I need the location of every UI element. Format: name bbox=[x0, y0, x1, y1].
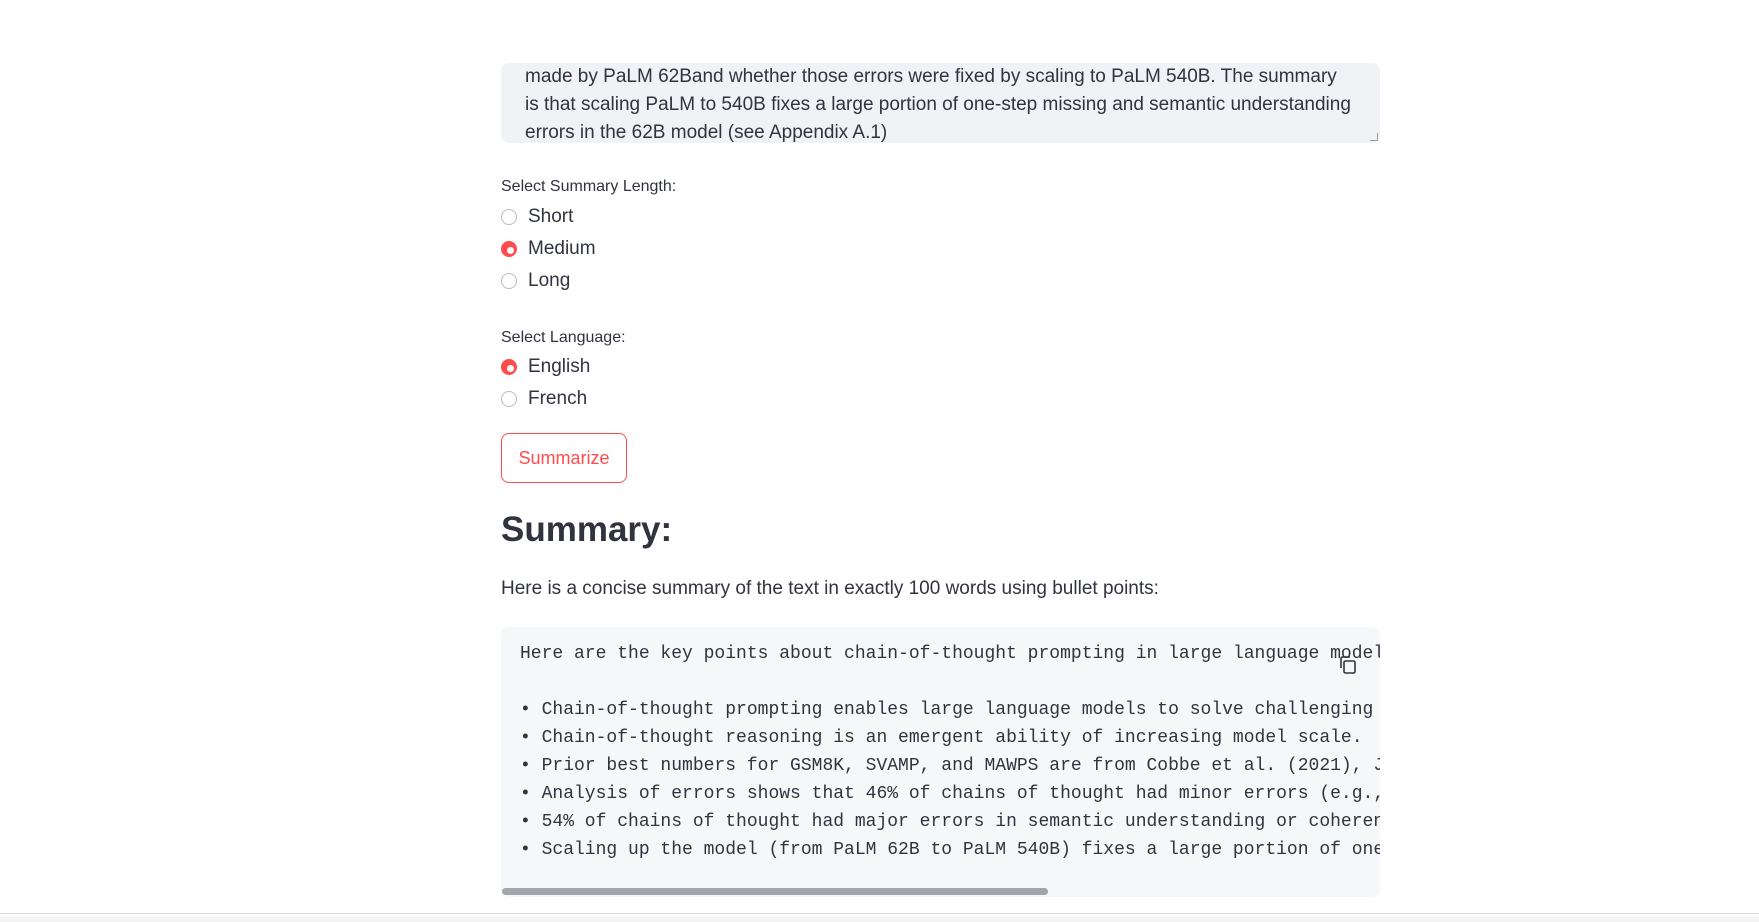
bottom-edge bbox=[0, 916, 1759, 922]
radio-label: Long bbox=[528, 270, 571, 291]
code-content: Here are the key points about chain-of-t… bbox=[520, 640, 1380, 864]
radio-long[interactable]: Long bbox=[501, 268, 570, 294]
radio-medium[interactable]: Medium bbox=[501, 236, 596, 262]
copy-icon[interactable] bbox=[1337, 654, 1359, 676]
textarea-line: made by PaLM 62Band whether those errors… bbox=[525, 66, 1337, 87]
code-line: • Chain-of-thought reasoning is an emerg… bbox=[520, 728, 1363, 748]
code-line: • Chain-of-thought prompting enables lar… bbox=[520, 700, 1380, 720]
radio-label: Medium bbox=[528, 238, 596, 259]
radio-label: Short bbox=[528, 206, 574, 227]
summarize-button[interactable]: Summarize bbox=[501, 433, 627, 483]
horizontal-scrollbar[interactable] bbox=[501, 887, 1380, 897]
radio-circle-icon bbox=[501, 273, 517, 289]
scrollbar-thumb[interactable] bbox=[502, 888, 1048, 895]
language-label: Select Language: bbox=[501, 329, 626, 346]
summary-length-label: Select Summary Length: bbox=[501, 178, 677, 195]
summary-intro-text: Here is a concise summary of the text in… bbox=[501, 578, 1159, 599]
resize-handle[interactable] bbox=[1370, 133, 1378, 141]
radio-label: English bbox=[528, 356, 591, 377]
radio-selected-icon bbox=[501, 359, 517, 375]
textarea-line: is that scaling PaLM to 540B fixes a lar… bbox=[525, 94, 1351, 115]
summary-code-block: Here are the key points about chain-of-t… bbox=[501, 627, 1380, 897]
radio-circle-icon bbox=[501, 209, 517, 225]
textarea-content: made by PaLM 62Band whether those errors… bbox=[525, 63, 1351, 143]
code-line: • Scaling up the model (from PaLM 62B to… bbox=[520, 840, 1380, 860]
code-line: • Analysis of errors shows that 46% of c… bbox=[520, 784, 1380, 804]
page-divider bbox=[0, 913, 1759, 914]
radio-circle-icon bbox=[501, 391, 517, 407]
code-line: • 54% of chains of thought had major err… bbox=[520, 812, 1380, 832]
radio-selected-icon bbox=[501, 241, 517, 257]
textarea-line: errors in the 62B model (see Appendix A.… bbox=[525, 122, 888, 143]
code-line: • Prior best numbers for GSM8K, SVAMP, a… bbox=[520, 756, 1380, 776]
radio-label: French bbox=[528, 388, 588, 409]
summary-heading: Summary: bbox=[501, 510, 673, 549]
code-line: Here are the key points about chain-of-t… bbox=[520, 644, 1380, 664]
radio-english[interactable]: English bbox=[501, 354, 590, 380]
radio-french[interactable]: French bbox=[501, 386, 587, 412]
radio-short[interactable]: Short bbox=[501, 204, 573, 230]
input-textarea[interactable]: made by PaLM 62Band whether those errors… bbox=[501, 63, 1380, 143]
